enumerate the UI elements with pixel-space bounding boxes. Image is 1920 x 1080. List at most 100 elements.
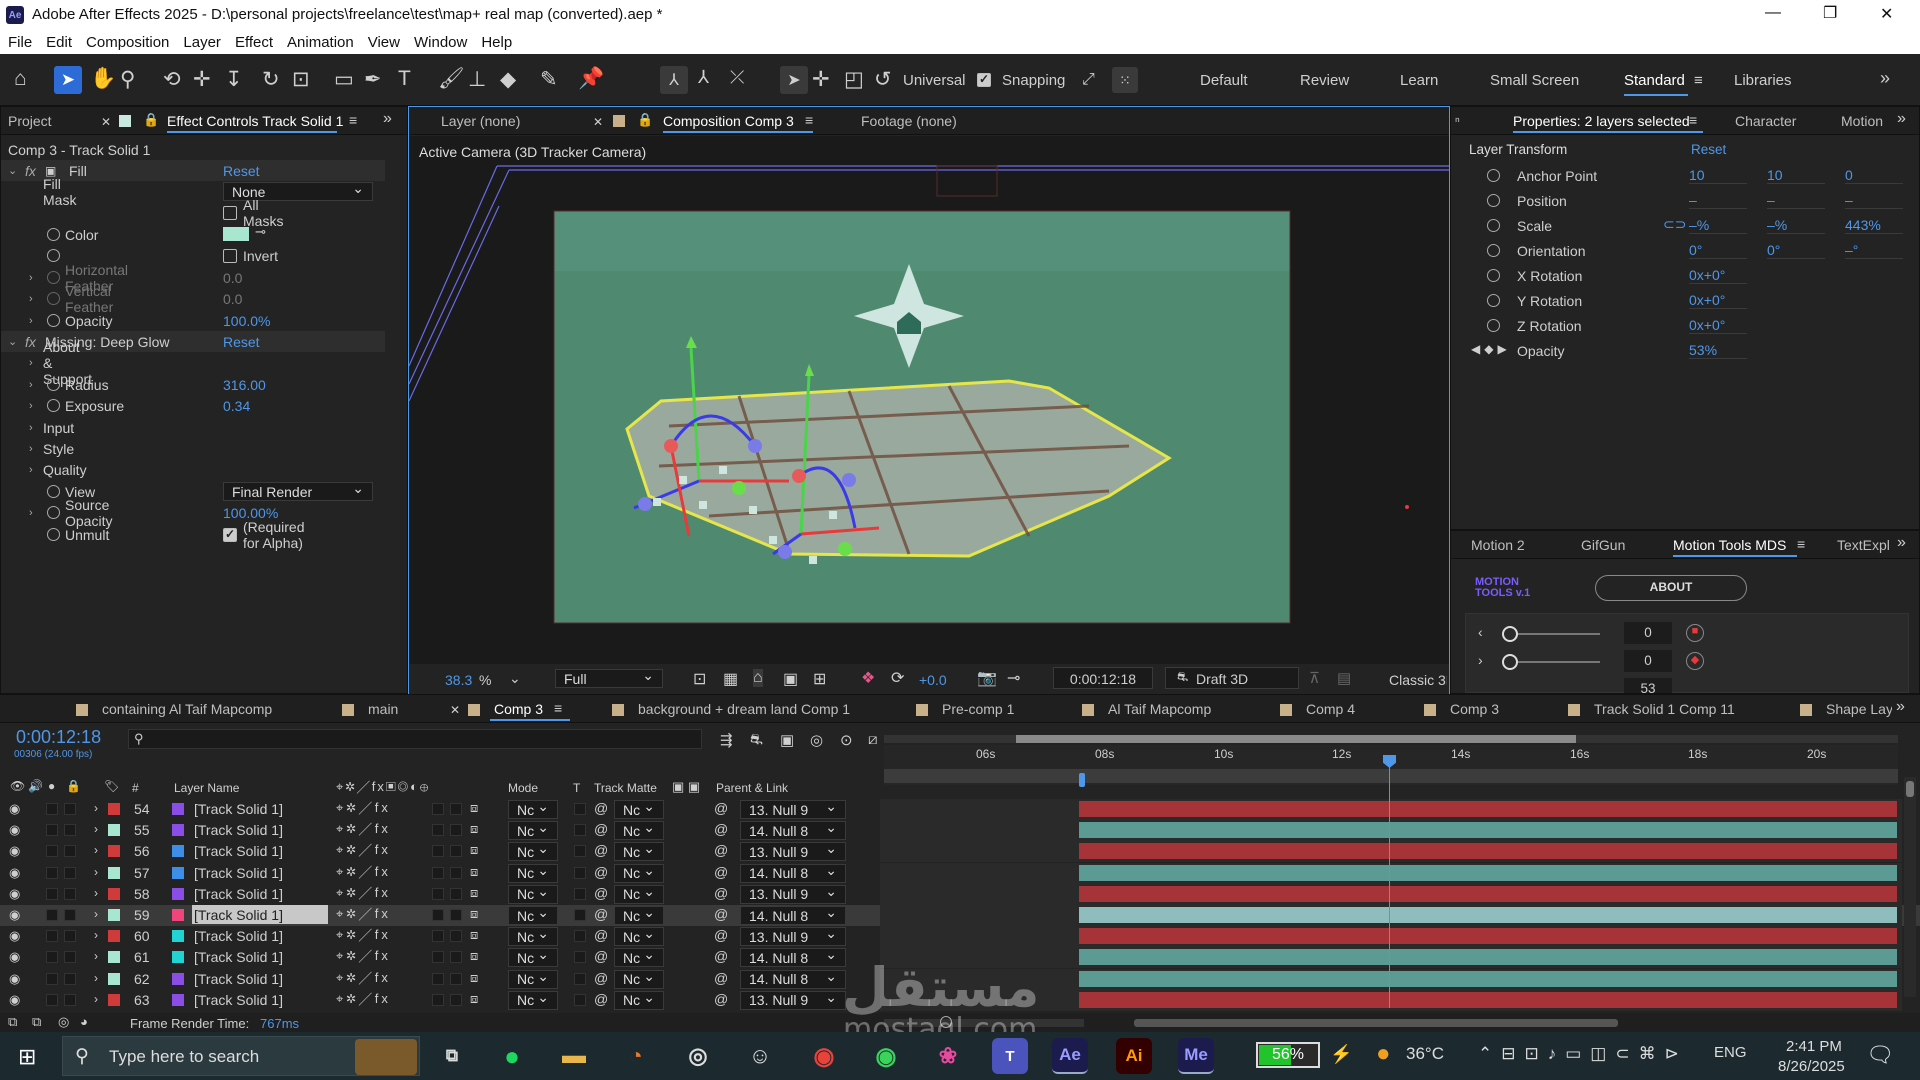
label-color[interactable]: [108, 951, 120, 964]
constrain-proportions-icon[interactable]: ⊂⊃: [1663, 216, 1686, 233]
workspace-default[interactable]: Default: [1200, 72, 1248, 89]
stopwatch-icon[interactable]: [1487, 194, 1500, 207]
pickwhip-icon[interactable]: @: [594, 927, 608, 943]
graph-editor-icon[interactable]: ⧄: [868, 731, 878, 748]
stopwatch-icon[interactable]: [47, 485, 60, 498]
mode-dropdown[interactable]: Nc: [508, 840, 558, 862]
horizontal-feather-value[interactable]: 0.0: [223, 270, 242, 286]
tab-comp-3[interactable]: Comp 3: [1450, 701, 1499, 717]
zoom-dropdown-icon[interactable]: ⌄: [509, 670, 521, 687]
minimize-icon[interactable]: —: [1765, 4, 1781, 22]
transform-value-1[interactable]: –: [1689, 192, 1747, 209]
lock-box[interactable]: [64, 909, 76, 921]
pickwhip-icon[interactable]: @: [594, 906, 608, 922]
prev-arrow-icon[interactable]: ‹: [1478, 624, 1483, 640]
more-tabs-icon[interactable]: »: [1896, 698, 1905, 716]
switch-box[interactable]: [450, 803, 462, 815]
3d-layer-cube-icon[interactable]: ⧈: [470, 991, 478, 1007]
solo-box[interactable]: [46, 887, 58, 900]
color-swatch[interactable]: [223, 227, 249, 241]
lock-box[interactable]: [64, 866, 76, 879]
teams-icon[interactable]: T: [992, 1038, 1028, 1074]
stopwatch-icon[interactable]: [47, 249, 60, 262]
lock-box[interactable]: [64, 887, 76, 900]
expand-chevron-icon[interactable]: ›: [29, 293, 33, 305]
switch-box[interactable]: [432, 803, 444, 815]
parent-pickwhip-icon[interactable]: @: [714, 842, 728, 858]
mode-dropdown[interactable]: Nc: [508, 989, 558, 1010]
spotify-icon[interactable]: ●: [494, 1038, 530, 1074]
restore-icon[interactable]: ❐: [1823, 3, 1837, 23]
tab-pre-comp-1[interactable]: Pre-comp 1: [942, 701, 1014, 717]
solo-box[interactable]: [46, 909, 58, 921]
layer-duration-bar[interactable]: [1079, 864, 1897, 881]
workspace-review[interactable]: Review: [1300, 72, 1349, 89]
ruler-bar[interactable]: [884, 769, 1898, 783]
expand-chevron-icon[interactable]: ›: [29, 443, 33, 455]
eye-icon[interactable]: ◉: [9, 949, 20, 965]
lock-box[interactable]: [64, 845, 76, 858]
transform-reset-link[interactable]: Reset: [1691, 142, 1726, 157]
menu-effect[interactable]: Effect: [235, 34, 273, 51]
next-arrow-icon[interactable]: ›: [1478, 652, 1483, 668]
layer-name[interactable]: [Track Solid 1]: [192, 841, 285, 861]
work-area-bar[interactable]: [884, 735, 1898, 743]
eyedropper-icon[interactable]: ⊸: [255, 224, 266, 240]
label-color[interactable]: [108, 887, 120, 900]
switch-box[interactable]: [432, 824, 444, 837]
more-panels-icon[interactable]: »: [1897, 110, 1906, 128]
preserve-transparency-box[interactable]: [574, 972, 586, 985]
layer-switches-icons[interactable]: ⌖✲╱fx: [336, 800, 391, 816]
workspace-learn[interactable]: Learn: [1400, 72, 1438, 89]
after-effects-task-icon[interactable]: Ae: [1052, 1038, 1088, 1074]
track-matte-dropdown[interactable]: Nc: [614, 946, 664, 968]
tab-effect-controls[interactable]: Effect Controls Track Solid 1: [167, 113, 343, 129]
fill-reset-link[interactable]: Reset: [223, 163, 260, 179]
switch-box[interactable]: [450, 951, 462, 964]
tab-gifgun[interactable]: GifGun: [1581, 537, 1625, 553]
mode-dropdown[interactable]: Nc: [508, 883, 558, 904]
parent-pickwhip-icon[interactable]: @: [714, 991, 728, 1007]
label-color[interactable]: [108, 972, 120, 985]
timeline-h-scroll-thumb[interactable]: [1134, 1019, 1618, 1027]
keyframe-icon[interactable]: ◆: [1686, 652, 1704, 670]
layer-row[interactable]: ◉ › 57 [Track Solid 1] ⌖✲╱fx ⧈ Nc @ Nc @…: [0, 862, 1920, 884]
layer-row[interactable]: ◉ › 59 [Track Solid 1] ⌖✲╱fx ⧈ Nc @ Nc @…: [0, 904, 1920, 926]
workspace-standard[interactable]: Standard: [1624, 72, 1685, 89]
label-color[interactable]: [108, 993, 120, 1006]
collapsed-tab-marker[interactable]: ⁿ: [1455, 113, 1460, 128]
chrome-icon[interactable]: ◉: [806, 1038, 842, 1074]
mode-dropdown[interactable]: Nc: [508, 798, 558, 819]
expand-chevron-icon[interactable]: ›: [29, 464, 33, 476]
stopwatch-icon[interactable]: [47, 506, 60, 519]
invert-checkbox[interactable]: [223, 249, 237, 263]
tab-comp-4[interactable]: Comp 4: [1306, 701, 1355, 717]
clone-stamp-icon[interactable]: ⊥: [468, 67, 486, 92]
layer-name[interactable]: [Track Solid 1]: [192, 905, 328, 924]
tab-containing-al-taif[interactable]: containing Al Taif Mapcomp: [102, 701, 272, 717]
layer-switches-icons[interactable]: ⌖✲╱fx: [336, 948, 391, 964]
timeline-v-scroll-thumb[interactable]: [1906, 781, 1914, 797]
transform-value-1[interactable]: 0x+0°: [1689, 292, 1747, 309]
stopwatch-icon[interactable]: [47, 228, 60, 241]
expand-chevron-icon[interactable]: ⌄: [8, 164, 17, 177]
layer-name[interactable]: [Track Solid 1]: [192, 799, 285, 819]
audio-toggle-icon[interactable]: 🔊: [28, 779, 43, 793]
3d-layer-cube-icon[interactable]: ⧈: [470, 821, 478, 837]
workspace-small-screen[interactable]: Small Screen: [1490, 72, 1579, 89]
layer-name[interactable]: [Track Solid 1]: [192, 820, 285, 840]
switch-box[interactable]: [450, 993, 462, 1006]
tab-shape-layer[interactable]: Shape Lay: [1826, 701, 1892, 717]
select-mode-icon[interactable]: ➤: [780, 66, 808, 94]
lock-icon[interactable]: 🔒: [637, 112, 653, 128]
battery-indicator[interactable]: 56%: [1256, 1042, 1320, 1068]
chrome-profile-icon[interactable]: ◉: [868, 1038, 904, 1074]
rotation-tool-icon[interactable]: ↻: [262, 67, 280, 92]
solo-box[interactable]: [46, 845, 58, 858]
expand-chevron-icon[interactable]: ›: [29, 379, 33, 391]
mode-dropdown[interactable]: Nc: [508, 904, 558, 925]
roto-brush-icon[interactable]: ✎: [540, 67, 558, 92]
solo-box[interactable]: [46, 972, 58, 985]
home-icon[interactable]: ⌂: [14, 67, 27, 91]
mode-dropdown[interactable]: Nc: [508, 946, 558, 968]
